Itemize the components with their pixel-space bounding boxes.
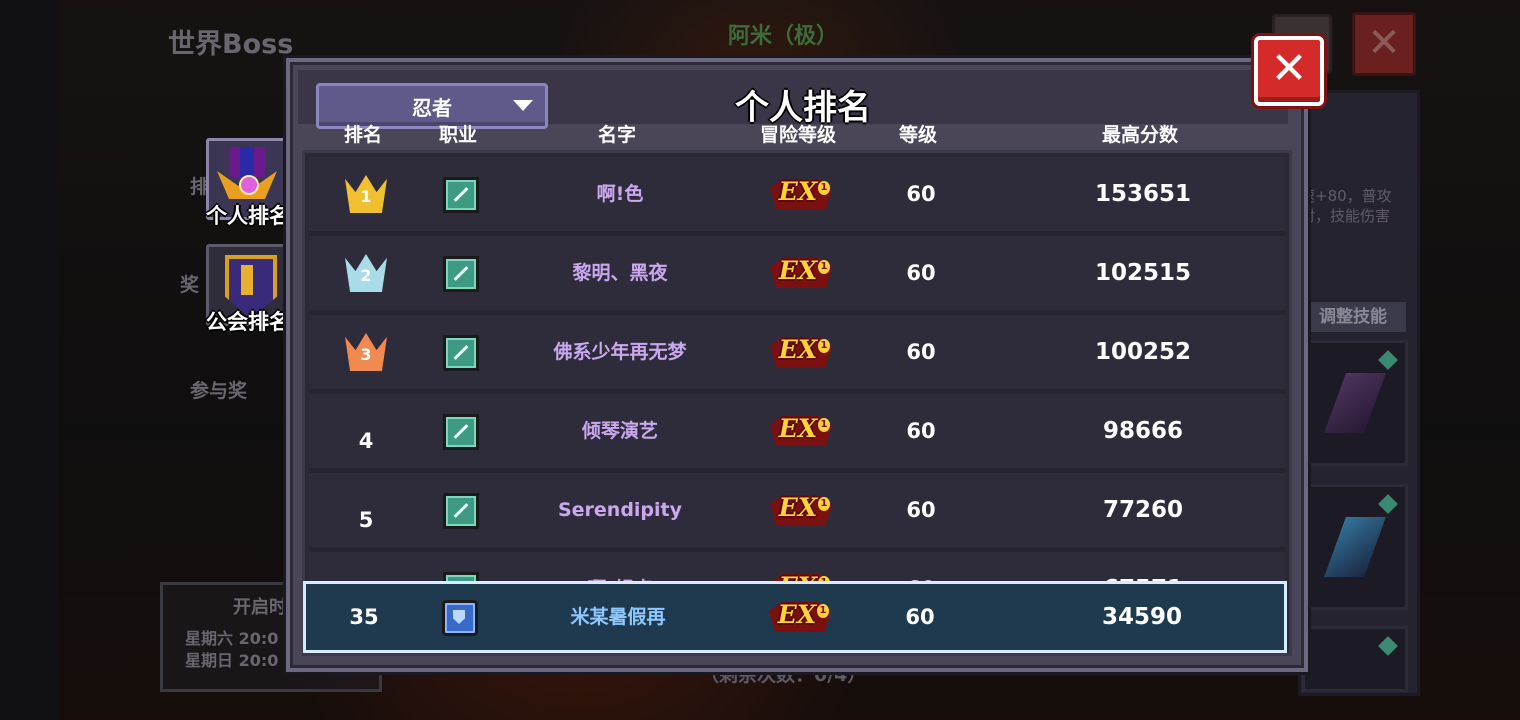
crown-icon: 3 — [345, 333, 387, 371]
blade-glyph — [453, 503, 469, 518]
tab-label: 公会排名 — [206, 310, 290, 334]
adventure-level: EX — [778, 493, 818, 522]
ex-badge-icon: EX1 — [770, 333, 832, 371]
tab-guild-ranking[interactable]: 公会排名 — [206, 244, 290, 338]
table-row[interactable]: 3 佛系少年再无梦 EX 1 60 100252 — [309, 315, 1285, 394]
shield-emblem — [241, 265, 253, 295]
ninja-blade-icon — [443, 493, 479, 529]
player-level: 60 — [906, 182, 936, 206]
screen-title: 世界Boss — [168, 29, 294, 60]
blade-glyph — [453, 424, 469, 439]
my-level: 60 — [905, 605, 935, 629]
medal-gem-icon — [239, 175, 259, 195]
adjust-skill-button: 调整技能 — [1300, 302, 1406, 332]
my-score: 34590 — [1101, 604, 1183, 630]
ex-badge-icon: EX1 — [770, 412, 832, 450]
high-score: 77260 — [1102, 497, 1184, 523]
boss-name: 阿米（极） — [728, 24, 839, 49]
high-score: 100252 — [1094, 339, 1192, 365]
player-level: 60 — [906, 419, 936, 443]
shield-glyph — [453, 610, 465, 624]
column-header-high-score: 最高分数 — [1101, 124, 1179, 146]
ex-badge-icon: EX 1 — [769, 598, 831, 636]
panel-header: 忍者 个人排名 — [298, 70, 1288, 129]
player-name: 黎明、黑夜 — [572, 262, 668, 284]
open-time-line: 星期日 20:0 — [185, 651, 279, 670]
blade-glyph — [453, 266, 469, 281]
my-rank: 35 — [349, 605, 379, 629]
high-score: 102515 — [1094, 260, 1192, 286]
adventure-level: EX — [778, 335, 818, 364]
claw-skill-icon — [1324, 373, 1386, 433]
tab-label: 个人排名 — [206, 204, 290, 228]
badge-sub: 1 — [818, 181, 830, 195]
player-name: 倾琴演艺 — [581, 420, 659, 442]
rank-number: 5 — [358, 508, 374, 532]
player-level: 60 — [906, 340, 936, 364]
player-name: 佛系少年再无梦 — [553, 341, 687, 363]
rank-number: 4 — [358, 429, 374, 453]
column-header-name: 名字 — [597, 124, 637, 146]
crown-icon: 2 — [345, 254, 387, 292]
crown-icon: 1 — [345, 175, 387, 213]
adventure-level: EX — [778, 256, 818, 285]
close-icon: ✕ — [1270, 43, 1308, 94]
column-header-adventure-level: 冒险等级 — [759, 124, 837, 146]
blue-shield-icon — [442, 600, 478, 636]
badge-sub: 1 — [818, 497, 830, 511]
column-header-rank: 排名 — [343, 124, 383, 146]
background-close-icon: ✕ — [1352, 12, 1416, 76]
adventure-level: EX — [778, 177, 818, 206]
ninja-blade-icon — [443, 177, 479, 213]
ninja-blade-icon — [443, 414, 479, 450]
class-filter-value: 忍者 — [412, 96, 452, 120]
sidebar-label: 参与奖 — [190, 380, 248, 402]
background-skill-text: 速+80，普攻 射，技能伤害 — [1300, 187, 1392, 225]
gem-icon — [1378, 350, 1398, 370]
badge-sub: 1 — [818, 418, 830, 432]
sidebar-label: 奖 — [180, 274, 200, 296]
badge-sub: 1 — [818, 260, 830, 274]
table-row[interactable]: 5 Serendipity EX 1 60 77260 — [309, 473, 1285, 552]
badge-sub: 1 — [818, 339, 830, 353]
column-header-level: 等级 — [898, 124, 938, 146]
high-score: 153651 — [1094, 181, 1192, 207]
tab-personal-ranking[interactable]: 个人排名 — [206, 138, 290, 232]
open-time-label: 开启时 — [233, 597, 287, 618]
chevron-down-icon — [513, 100, 533, 111]
ex-badge-icon: EX1 — [770, 254, 832, 292]
ninja-blade-icon — [443, 335, 479, 371]
blade-glyph — [453, 345, 469, 360]
gem-icon — [1378, 636, 1398, 656]
open-time-line: 星期六 20:0 — [185, 629, 279, 648]
adventure-level: EX — [778, 414, 818, 443]
table-row[interactable]: 2 黎明、黑夜 EX 1 60 102515 — [309, 236, 1285, 315]
blade-skill-icon — [1324, 517, 1386, 577]
my-name: 米某暑假再 — [570, 606, 666, 628]
badge-sub: 1 — [817, 604, 829, 618]
player-name: Serendipity — [557, 499, 683, 521]
ninja-blade-icon — [443, 256, 479, 292]
skill-slot — [1302, 484, 1408, 610]
table-row[interactable]: 4 倾琴演艺 EX 1 60 98666 — [309, 394, 1285, 473]
rank-number: 1 — [360, 187, 372, 206]
high-score: 98666 — [1102, 418, 1184, 444]
column-header-job: 职业 — [438, 124, 478, 146]
skill-slot — [1302, 626, 1408, 692]
skill-slot — [1302, 340, 1408, 466]
rank-number: 2 — [360, 266, 372, 285]
close-button[interactable]: ✕ — [1254, 36, 1324, 106]
gem-icon — [1378, 494, 1398, 514]
adventure-level: EX — [777, 600, 817, 629]
table-row[interactable]: 1 啊!色 EX 1 60 153651 — [309, 157, 1285, 236]
player-level: 60 — [906, 261, 936, 285]
blade-glyph — [453, 187, 469, 202]
ex-badge-icon: EX1 — [770, 175, 832, 213]
player-level: 60 — [906, 498, 936, 522]
rank-number: 3 — [360, 345, 372, 364]
medal-ribbon — [229, 147, 265, 177]
my-ranking-row: 35 米某暑假再 EX 1 60 34590 — [303, 581, 1287, 653]
player-name: 啊!色 — [596, 183, 644, 205]
ex-badge-icon: EX1 — [770, 491, 832, 529]
